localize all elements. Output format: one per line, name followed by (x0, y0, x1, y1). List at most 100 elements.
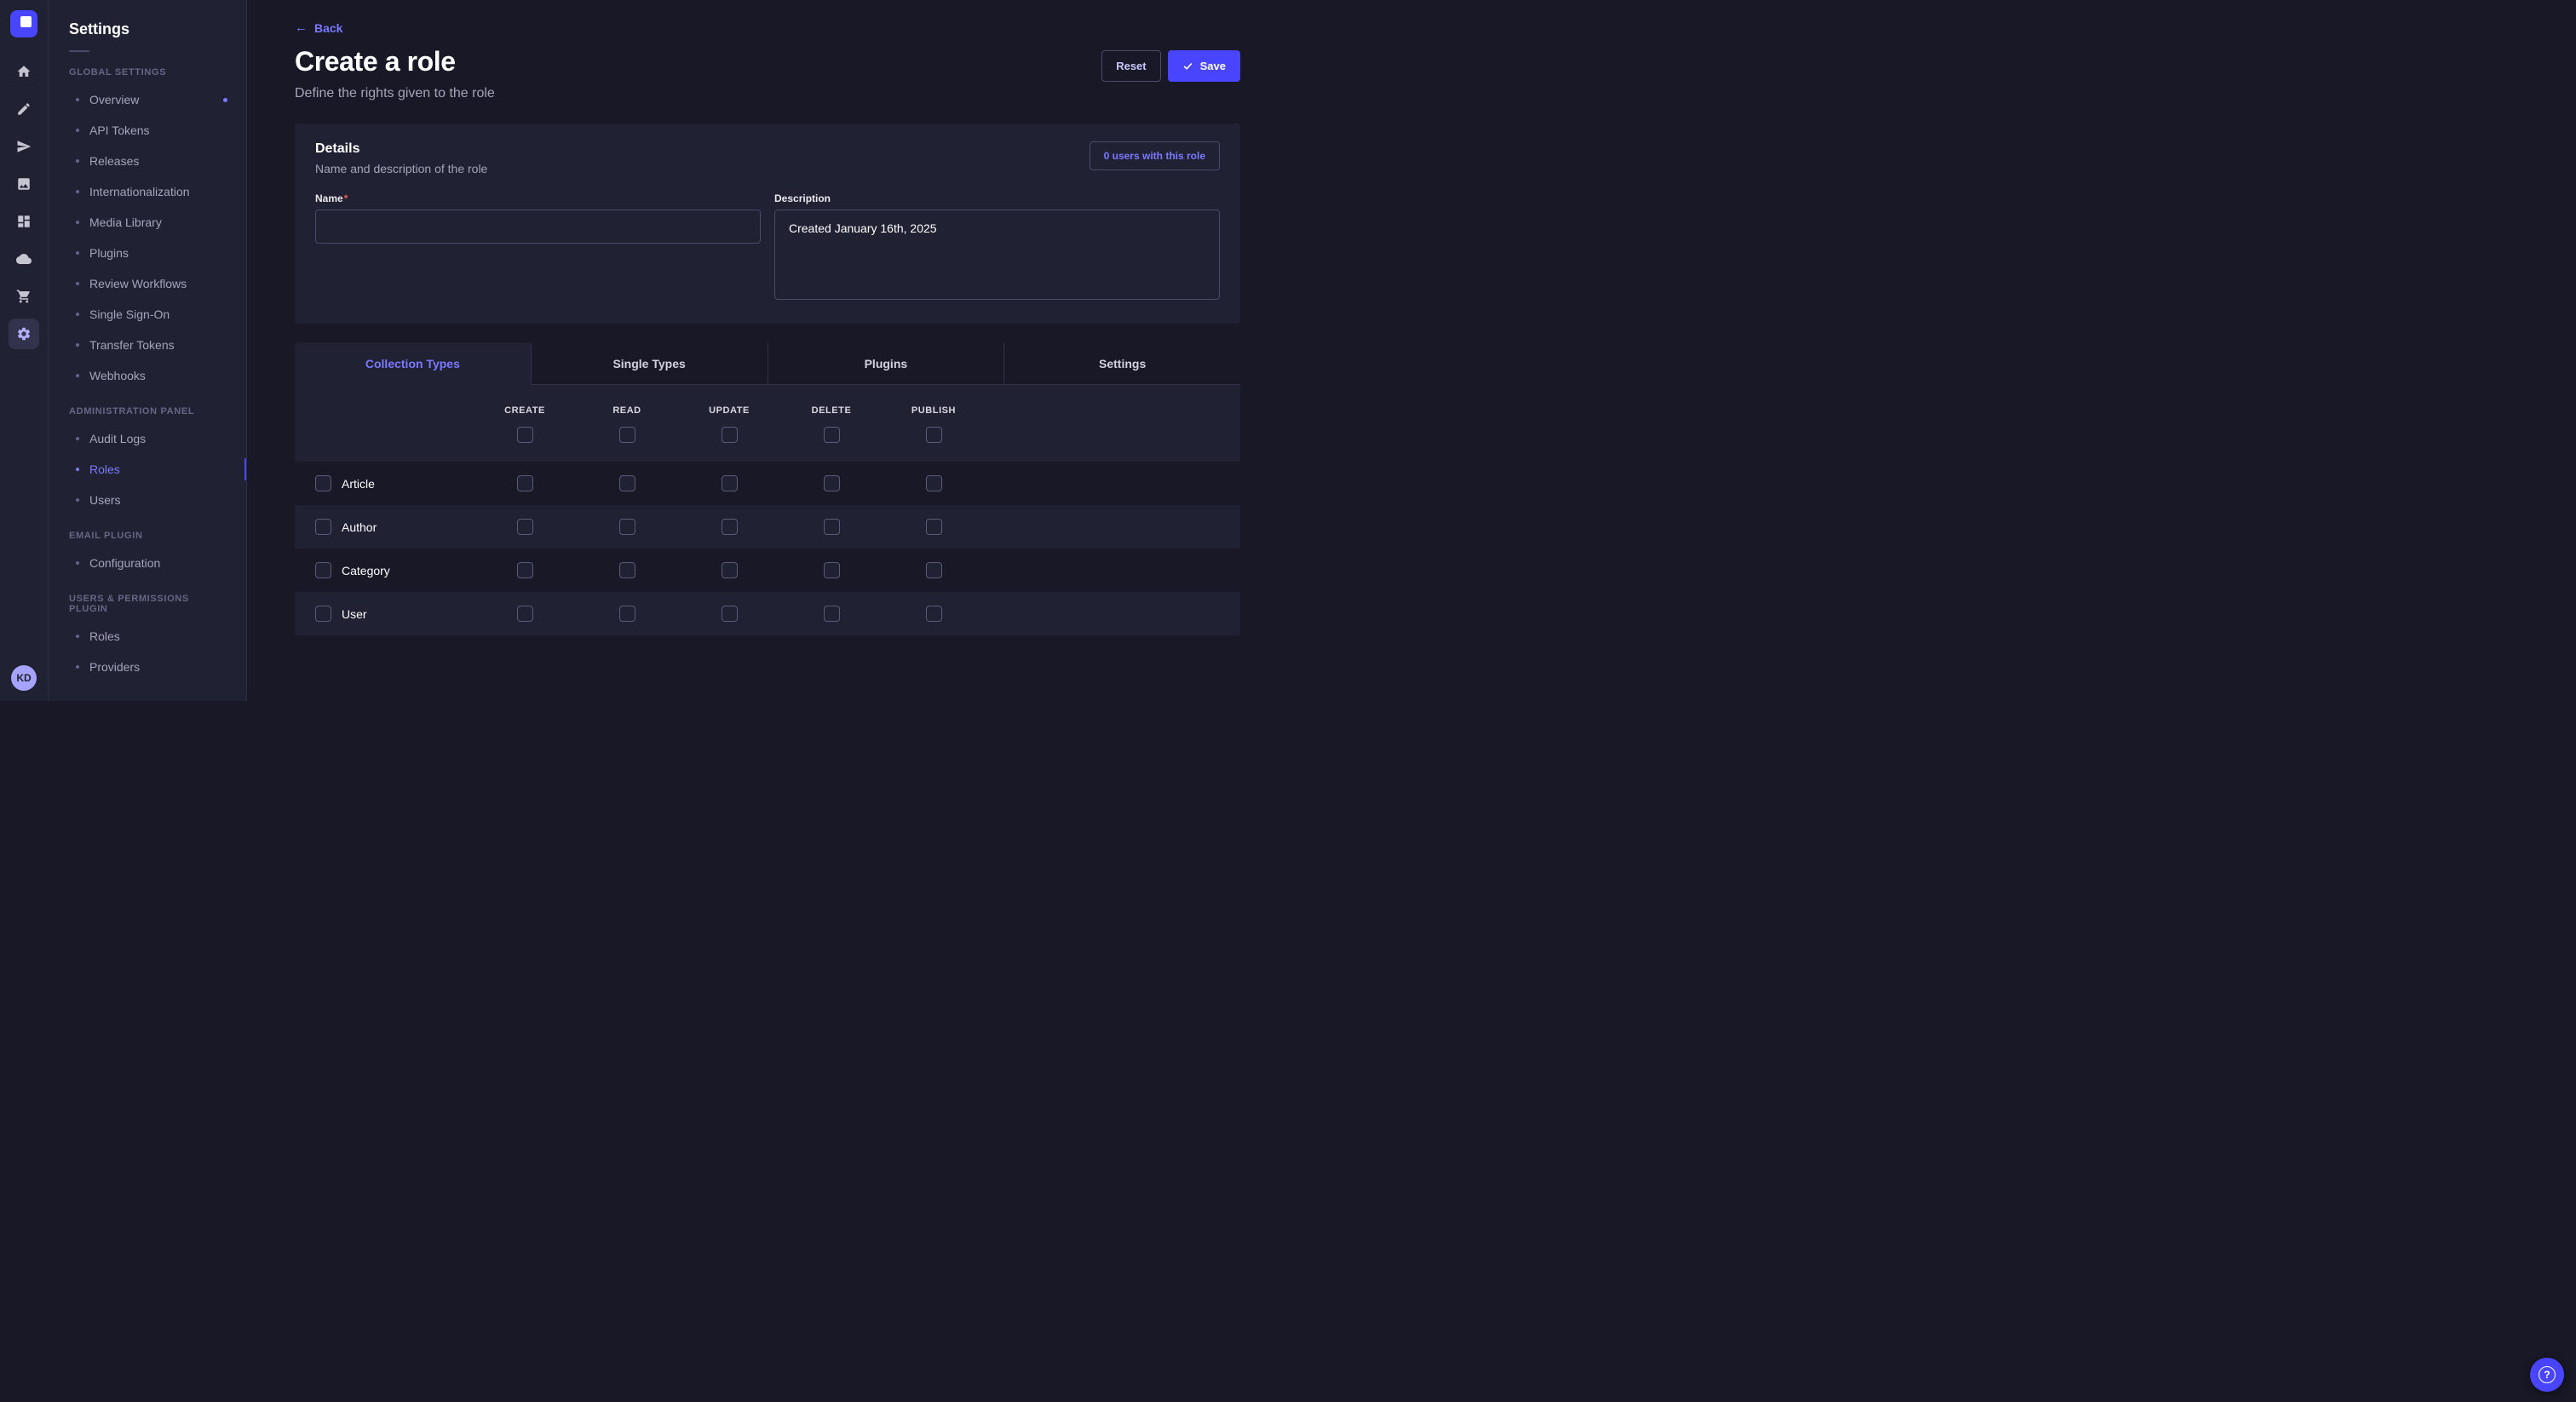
select-row-author-checkbox[interactable] (315, 519, 331, 535)
sidebar-section-global-settings: GLOBAL SETTINGSOverviewAPI TokensRelease… (49, 52, 246, 391)
description-field-group: Description Created January 16th, 2025 (774, 192, 1220, 300)
sidebar-item-global-settings-review-workflows[interactable]: Review Workflows (49, 268, 246, 299)
checkbox-author-publish[interactable] (926, 519, 942, 535)
sidebar-item-global-settings-internationalization[interactable]: Internationalization (49, 176, 246, 207)
sidebar-item-global-settings-releases[interactable]: Releases (49, 146, 246, 176)
permission-cell (474, 475, 576, 491)
content-manager-icon[interactable] (9, 94, 39, 124)
tab-settings[interactable]: Settings (1003, 342, 1240, 385)
checkbox-article-read[interactable] (619, 475, 635, 491)
select-all-read-checkbox[interactable] (619, 427, 635, 443)
users-with-role-button[interactable]: 0 users with this role (1090, 141, 1220, 170)
select-all-update-checkbox[interactable] (722, 427, 738, 443)
permissions-table: CREATEREADUPDATEDELETEPUBLISH ArticleAut… (295, 385, 1240, 635)
tab-single-types[interactable]: Single Types (531, 342, 768, 385)
checkbox-article-update[interactable] (722, 475, 738, 491)
checkbox-user-update[interactable] (722, 606, 738, 622)
name-input[interactable] (315, 210, 761, 244)
bullet-icon (76, 313, 79, 316)
checkbox-author-create[interactable] (517, 519, 533, 535)
permission-cell (883, 475, 985, 491)
app-root: KD Settings GLOBAL SETTINGSOverviewAPI T… (0, 0, 1288, 701)
select-row-user-checkbox[interactable] (315, 606, 331, 622)
bullet-icon (76, 635, 79, 638)
media-library-icon[interactable] (9, 169, 39, 199)
checkbox-category-read[interactable] (619, 562, 635, 578)
strapi-logo[interactable] (10, 10, 37, 37)
name-field-group: Name* (315, 192, 761, 300)
select-all-delete-checkbox[interactable] (824, 427, 840, 443)
checkbox-category-publish[interactable] (926, 562, 942, 578)
checkbox-user-delete[interactable] (824, 606, 840, 622)
permissions-table-header: CREATEREADUPDATEDELETEPUBLISH (295, 385, 1240, 462)
bullet-icon (76, 374, 79, 377)
column-header-create: CREATE (474, 405, 576, 443)
sidebar-item-global-settings-api-tokens[interactable]: API Tokens (49, 115, 246, 146)
content-type-builder-icon[interactable] (9, 206, 39, 237)
column-label: DELETE (812, 405, 852, 416)
select-all-create-checkbox[interactable] (517, 427, 533, 443)
sidebar-item-label: Media Library (89, 215, 162, 229)
sidebar-section-label: USERS & PERMISSIONS PLUGIN (49, 578, 246, 621)
checkbox-user-read[interactable] (619, 606, 635, 622)
checkbox-author-read[interactable] (619, 519, 635, 535)
back-link[interactable]: ← Back (295, 21, 342, 35)
checkbox-article-publish[interactable] (926, 475, 942, 491)
column-header-publish: PUBLISH (883, 405, 985, 443)
sidebar-item-email-plugin-configuration[interactable]: Configuration (49, 548, 246, 578)
permission-cell (678, 519, 780, 535)
sidebar-item-administration-panel-audit-logs[interactable]: Audit Logs (49, 423, 246, 454)
select-row-category-checkbox[interactable] (315, 562, 331, 578)
releases-icon[interactable] (9, 131, 39, 162)
bullet-icon (76, 159, 79, 163)
sidebar-item-users-permissions-plugin-roles[interactable]: Roles (49, 621, 246, 652)
tab-plugins[interactable]: Plugins (768, 342, 1004, 385)
sidebar-item-users-permissions-plugin-providers[interactable]: Providers (49, 652, 246, 682)
sidebar-item-global-settings-webhooks[interactable]: Webhooks (49, 360, 246, 391)
help-button[interactable]: ? (2530, 1358, 2564, 1392)
save-button[interactable]: Save (1168, 50, 1240, 82)
bullet-icon (76, 498, 79, 502)
sidebar-item-global-settings-single-sign-on[interactable]: Single Sign-On (49, 299, 246, 330)
permission-cell (883, 562, 985, 578)
checkbox-user-publish[interactable] (926, 606, 942, 622)
select-row-article-checkbox[interactable] (315, 475, 331, 491)
permissions-tabs: Collection TypesSingle TypesPluginsSetti… (295, 342, 1240, 385)
sidebar-title: Settings (69, 20, 246, 38)
sidebar-item-administration-panel-roles[interactable]: Roles (49, 454, 246, 485)
permission-row-user: User (295, 592, 1240, 635)
user-avatar[interactable]: KD (11, 665, 37, 691)
sidebar-item-global-settings-transfer-tokens[interactable]: Transfer Tokens (49, 330, 246, 360)
checkbox-author-update[interactable] (722, 519, 738, 535)
checkbox-category-delete[interactable] (824, 562, 840, 578)
details-card: Details Name and description of the role… (295, 124, 1240, 324)
permission-cell (780, 606, 883, 622)
deploy-cloud-icon[interactable] (9, 244, 39, 274)
permission-cell (576, 606, 678, 622)
checkbox-category-create[interactable] (517, 562, 533, 578)
home-icon[interactable] (9, 56, 39, 87)
row-label: Category (342, 564, 390, 577)
checkbox-category-update[interactable] (722, 562, 738, 578)
select-all-publish-checkbox[interactable] (926, 427, 942, 443)
sidebar-item-label: Configuration (89, 556, 160, 570)
bullet-icon (76, 221, 79, 224)
description-textarea[interactable]: Created January 16th, 2025 (774, 210, 1220, 300)
sidebar-item-administration-panel-users[interactable]: Users (49, 485, 246, 515)
row-label: User (342, 607, 367, 621)
reset-button[interactable]: Reset (1101, 50, 1160, 82)
page-header: Create a role Define the rights given to… (295, 46, 1240, 101)
settings-icon[interactable] (9, 319, 39, 349)
tab-collection-types[interactable]: Collection Types (295, 342, 531, 385)
checkbox-article-delete[interactable] (824, 475, 840, 491)
checkbox-article-create[interactable] (517, 475, 533, 491)
sidebar-item-global-settings-media-library[interactable]: Media Library (49, 207, 246, 238)
sidebar-item-global-settings-plugins[interactable]: Plugins (49, 238, 246, 268)
sidebar-section-label: ADMINISTRATION PANEL (49, 391, 246, 423)
checkbox-author-delete[interactable] (824, 519, 840, 535)
marketplace-cart-icon[interactable] (9, 281, 39, 312)
sidebar-item-label: Transfer Tokens (89, 338, 175, 352)
checkbox-user-create[interactable] (517, 606, 533, 622)
nav-rail: KD (0, 0, 49, 701)
sidebar-item-global-settings-overview[interactable]: Overview (49, 84, 246, 115)
